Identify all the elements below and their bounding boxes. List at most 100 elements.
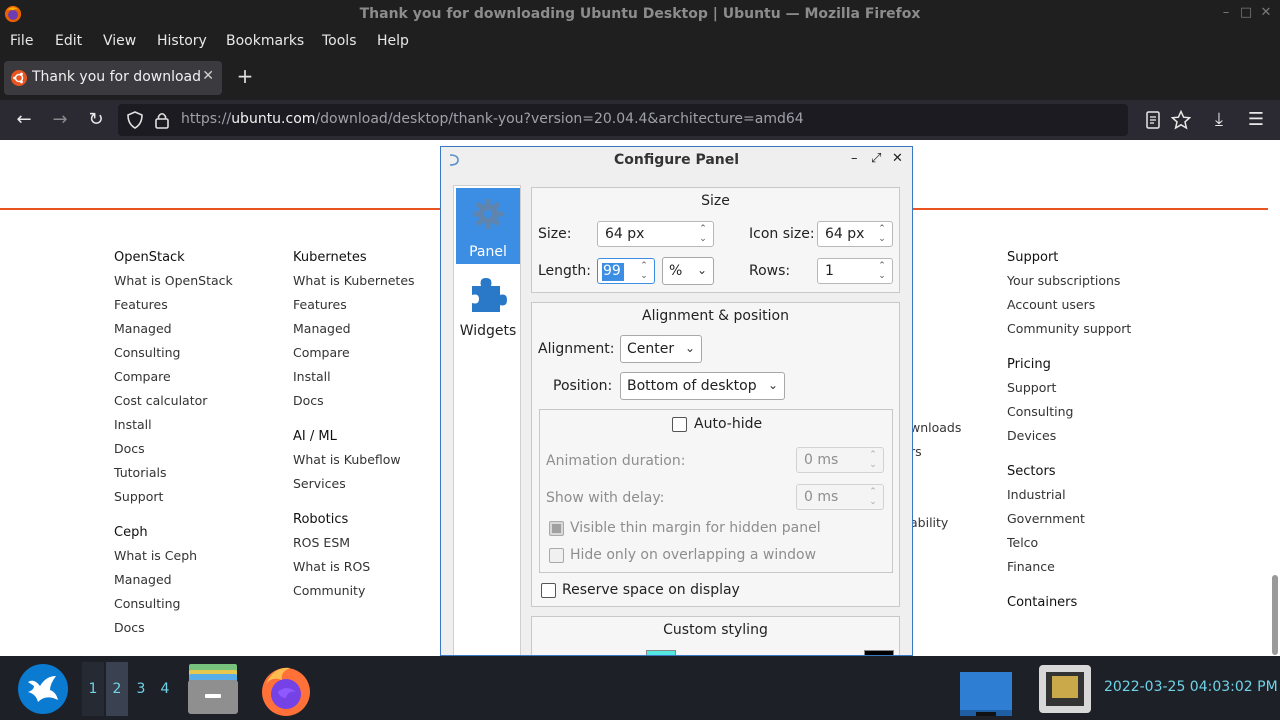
show-delay-spinbox[interactable]: 0 ms ⌃ ⌄ <box>796 484 884 510</box>
spin-arrows-icon[interactable]: ⌃ ⌄ <box>876 261 888 281</box>
spin-arrows-icon[interactable]: ⌃ ⌄ <box>867 450 879 470</box>
autohide-checkbox[interactable] <box>672 417 687 432</box>
footer-link[interactable]: Docs <box>293 393 415 417</box>
footer-heading[interactable]: Robotics <box>293 512 415 527</box>
close-button[interactable]: ✕ <box>1258 5 1274 21</box>
footer-link[interactable]: What is ROS <box>293 559 415 583</box>
animation-duration-spinbox[interactable]: 0 ms ⌃ ⌄ <box>796 447 884 473</box>
maximize-button[interactable]: □ <box>1238 5 1254 21</box>
dialog-titlebar[interactable]: Configure Panel – ⤢ ✕ <box>441 147 912 173</box>
length-unit-combo[interactable]: % ⌄ <box>662 257 714 285</box>
footer-heading[interactable]: Ceph <box>114 525 233 540</box>
menu-bookmarks[interactable]: Bookmarks <box>226 33 304 49</box>
dialog-minimize-button[interactable]: – <box>851 151 858 166</box>
footer-heading[interactable]: Pricing <box>1007 357 1131 372</box>
footer-link[interactable]: Services <box>293 476 415 500</box>
menu-help[interactable]: Help <box>377 33 409 49</box>
downloads-button[interactable]: ⤓ <box>1207 108 1231 132</box>
workspace-2[interactable]: 2 <box>106 662 128 716</box>
length-spinbox[interactable]: 99 ⌃ ⌄ <box>597 258 655 284</box>
footer-heading[interactable]: Support <box>1007 250 1131 265</box>
footer-link[interactable]: wnloads <box>910 420 961 444</box>
bookmark-star-icon[interactable] <box>1171 110 1191 130</box>
footer-link[interactable]: What is Kubeflow <box>293 452 415 476</box>
reserve-space-checkbox[interactable] <box>541 583 556 598</box>
tab-close-icon[interactable]: ✕ <box>202 68 214 84</box>
new-tab-button[interactable]: + <box>234 65 256 87</box>
footer-link[interactable]: What is OpenStack <box>114 273 233 297</box>
spin-arrows-icon[interactable]: ⌃ ⌄ <box>697 224 709 244</box>
footer-link[interactable]: Install <box>293 369 415 393</box>
dialog-maximize-button[interactable]: ⤢ <box>871 151 881 166</box>
size-spinbox[interactable]: 64 px ⌃ ⌄ <box>597 221 714 247</box>
footer-link[interactable]: What is Ceph <box>114 548 233 572</box>
footer-link[interactable]: Account users <box>1007 297 1131 321</box>
footer-link[interactable]: Devices <box>1007 428 1131 452</box>
network-ethernet-icon[interactable] <box>1036 662 1094 716</box>
position-combo[interactable]: Bottom of desktop ⌄ <box>620 372 785 400</box>
footer-heading[interactable]: AI / ML <box>293 429 415 444</box>
rows-spinbox[interactable]: 1 ⌃ ⌄ <box>817 258 893 284</box>
footer-link[interactable]: Telco <box>1007 535 1131 559</box>
url-bar[interactable]: https://ubuntu.com/download/desktop/than… <box>118 104 1128 136</box>
footer-link[interactable]: Industrial <box>1007 487 1131 511</box>
footer-link[interactable]: Community <box>293 583 415 607</box>
footer-heading[interactable]: Sectors <box>1007 464 1131 479</box>
clock[interactable]: 2022-03-25 04:03:02 PM <box>1104 679 1278 695</box>
footer-link[interactable]: Finance <box>1007 559 1131 583</box>
sidebar-item-widgets[interactable]: Widgets <box>456 268 520 344</box>
footer-link[interactable]: Support <box>114 489 233 513</box>
footer-link[interactable]: Compare <box>293 345 415 369</box>
workspace-3[interactable]: 3 <box>130 662 152 716</box>
alignment-combo[interactable]: Center ⌄ <box>620 335 702 363</box>
page-scrollbar[interactable] <box>1272 575 1278 655</box>
menu-edit[interactable]: Edit <box>55 33 82 49</box>
dialog-close-button[interactable]: ✕ <box>892 151 903 166</box>
footer-link[interactable]: Docs <box>114 441 233 465</box>
minimize-button[interactable]: – <box>1218 5 1234 21</box>
icon-size-spinbox[interactable]: 64 px ⌃ ⌄ <box>817 221 893 247</box>
footer-link[interactable]: Tutorials <box>114 465 233 489</box>
workspace-4[interactable]: 4 <box>154 662 176 716</box>
footer-link[interactable]: ability <box>910 515 948 539</box>
back-button[interactable]: ← <box>12 108 36 132</box>
footer-link[interactable]: Docs <box>114 620 233 644</box>
footer-link[interactable]: Government <box>1007 511 1131 535</box>
footer-link[interactable]: Compare <box>114 369 233 393</box>
footer-heading[interactable]: OpenStack <box>114 250 233 265</box>
footer-link[interactable]: Features <box>293 297 415 321</box>
sidebar-item-panel[interactable]: Panel <box>456 188 520 264</box>
workspace-1[interactable]: 1 <box>82 662 104 716</box>
footer-link[interactable]: Support <box>1007 380 1131 404</box>
firefox-taskbar-icon[interactable] <box>258 662 314 718</box>
footer-link[interactable]: What is Kubernetes <box>293 273 415 297</box>
footer-link[interactable]: Managed <box>293 321 415 345</box>
footer-link[interactable]: Install <box>114 417 233 441</box>
app-menu-button[interactable]: ☰ <box>1244 108 1268 132</box>
menu-file[interactable]: File <box>10 33 33 49</box>
spin-arrows-icon[interactable]: ⌃ ⌄ <box>876 224 888 244</box>
show-desktop-icon[interactable] <box>958 662 1014 718</box>
overlap-checkbox[interactable] <box>549 548 564 563</box>
reload-button[interactable]: ↻ <box>84 108 108 132</box>
lock-icon[interactable] <box>154 111 170 129</box>
footer-link[interactable]: Your subscriptions <box>1007 273 1131 297</box>
spin-arrows-icon[interactable]: ⌃ ⌄ <box>638 261 650 281</box>
lubuntu-menu-icon[interactable] <box>16 662 70 716</box>
shield-icon[interactable] <box>126 111 144 129</box>
footer-link[interactable]: Consulting <box>1007 404 1131 428</box>
footer-link[interactable]: ROS ESM <box>293 535 415 559</box>
footer-link[interactable]: Managed <box>114 321 233 345</box>
menu-tools[interactable]: Tools <box>322 33 357 49</box>
thin-margin-checkbox[interactable] <box>549 521 564 536</box>
footer-link[interactable]: Community support <box>1007 321 1131 345</box>
menu-history[interactable]: History <box>157 33 207 49</box>
footer-link[interactable]: Features <box>114 297 233 321</box>
tab-active[interactable]: Thank you for downloading Ubuntu Desktop… <box>4 61 222 95</box>
footer-heading[interactable]: Kubernetes <box>293 250 415 265</box>
forward-button[interactable]: → <box>48 108 72 132</box>
spin-arrows-icon[interactable]: ⌃ ⌄ <box>867 487 879 507</box>
reader-view-icon[interactable] <box>1145 111 1161 129</box>
file-manager-icon[interactable] <box>186 662 240 716</box>
menu-view[interactable]: View <box>103 33 136 49</box>
